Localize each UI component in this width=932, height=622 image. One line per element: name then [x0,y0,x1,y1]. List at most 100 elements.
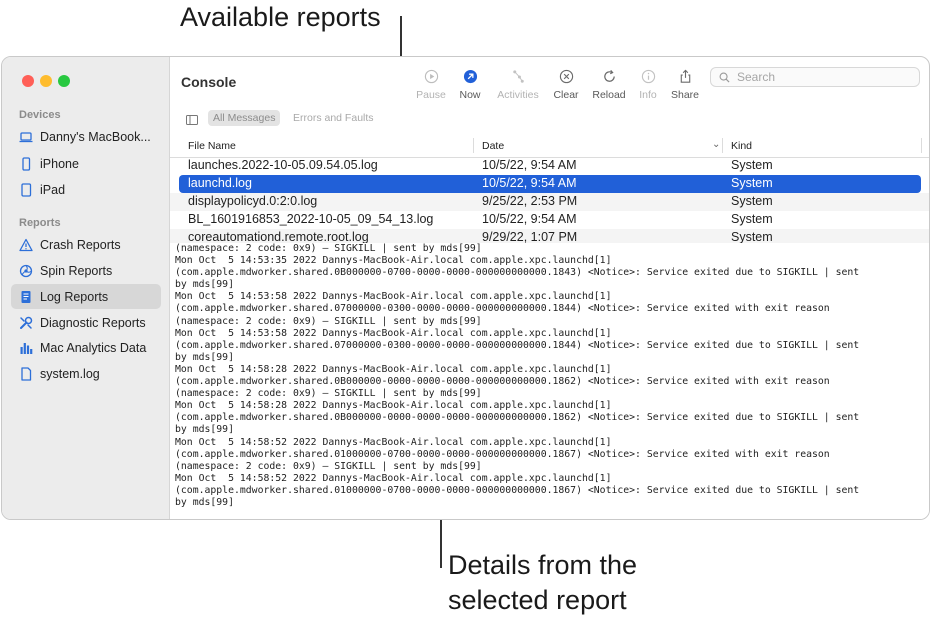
now-button[interactable]: Now [444,67,496,101]
share-button[interactable]: Share [659,67,711,101]
cell-file-name: displaypolicyd.0:2:0.log [188,194,318,208]
log-line: Mon Oct 5 14:53:58 2022 Dannys-MacBook-A… [175,291,612,303]
sidebar-item-label: iPad [40,182,66,197]
laptop-icon [19,130,33,144]
close-window-button[interactable] [22,75,34,87]
log-line: Mon Oct 5 14:53:35 2022 Dannys-MacBook-A… [175,255,612,267]
sidebar-item-mac-analytics-data[interactable]: Mac Analytics Data [11,335,161,360]
cell-file-name: coreautomationd.remote.root.log [188,230,369,244]
log-line: Mon Oct 5 14:58:52 2022 Dannys-MacBook-A… [175,436,612,448]
log-line: Mon Oct 5 14:58:28 2022 Dannys-MacBook-A… [175,400,612,412]
column-separator [921,138,922,153]
cell-file-name: BL_1601916853_2022-10-05_09_54_13.log [188,212,434,226]
cell-kind: System [731,158,773,172]
table-row-selected[interactable]: launchd.log 10/5/22, 9:54 AM System [179,175,921,193]
column-header-kind[interactable]: Kind [731,140,752,152]
column-header-file-name[interactable]: File Name [188,140,236,152]
table-header: File Name Date ⌄ Kind [170,135,929,158]
callout-details: Details from the selected report [448,548,637,618]
document-icon [19,290,33,304]
log-line: (com.apple.mdworker.shared.0B000000-0000… [175,376,830,388]
now-icon [444,67,496,85]
column-separator [722,138,723,153]
table-row[interactable]: BL_1601916853_2022-10-05_09_54_13.log 10… [170,211,929,229]
log-line: Mon Oct 5 14:58:52 2022 Dannys-MacBook-A… [175,472,612,484]
now-label: Now [459,89,481,101]
sidebar-item-label: Danny's MacBook... [40,129,151,144]
log-line: (namespace: 2 code: 0x9) – SIGKILL | sen… [175,315,482,327]
log-line: by mds[99] [175,279,234,291]
sort-chevron-down-icon[interactable]: ⌄ [712,139,720,150]
sidebar-item-crash-reports[interactable]: Crash Reports [11,232,161,257]
sidebar-item-log-reports[interactable]: Log Reports [11,284,161,309]
cell-kind: System [731,194,773,208]
sidebar-reports-header: Reports [19,217,61,229]
callout-details-line1: Details from the [448,550,638,580]
log-line: Mon Oct 5 14:58:28 2022 Dannys-MacBook-A… [175,363,612,375]
spin-icon [19,264,33,278]
table-row[interactable]: displaypolicyd.0:2:0.log 9/25/22, 2:53 P… [170,193,929,211]
sidebar-item-ipad[interactable]: iPad [11,177,161,202]
report-details-text: (namespace: 2 code: 0x9) – SIGKILL | sen… [170,243,929,509]
table-row[interactable]: launches.2022-10-05.09.54.05.log 10/5/22… [170,157,929,175]
log-line: by mds[99] [175,351,234,363]
column-header-date[interactable]: Date [482,140,504,152]
filter-all-messages[interactable]: All Messages [208,110,281,126]
cell-date: 9/25/22, 2:53 PM [482,194,578,208]
cell-kind: System [731,176,773,190]
search-field[interactable] [710,67,920,87]
report-details[interactable]: (namespace: 2 code: 0x9) – SIGKILL | sen… [170,243,929,519]
log-line: (com.apple.mdworker.shared.01000000-0700… [175,484,860,496]
sidebar-item-iphone[interactable]: iPhone [11,151,161,176]
console-window: Devices Danny's MacBook... iPhone iPad R… [1,56,930,520]
callout-available-reports: Available reports [180,2,381,32]
filter-errors-faults[interactable]: Errors and Faults [288,110,379,126]
sidebar-item-label: Mac Analytics Data [40,340,147,355]
sidebar-item-label: Spin Reports [40,263,113,278]
log-line: (com.apple.mdworker.shared.01000000-0700… [175,448,830,460]
callout-details-line2: selected report [448,585,627,615]
activities-label: Activities [497,89,539,101]
log-line: (com.apple.mdworker.shared.0B000000-0700… [175,267,860,279]
cell-date: 9/29/22, 1:07 PM [482,230,578,244]
column-separator [473,138,474,153]
iphone-icon [19,156,33,171]
log-line: by mds[99] [175,496,234,508]
sidebar-item-diagnostic-reports[interactable]: Diagnostic Reports [11,310,161,335]
share-icon [659,67,711,85]
sidebar-toggle-icon[interactable] [186,112,198,125]
file-icon [19,366,33,381]
cell-kind: System [731,212,773,226]
sidebar-item-system-log[interactable]: system.log [11,361,161,386]
log-line: (namespace: 2 code: 0x9) – SIGKILL | sen… [175,460,482,472]
sidebar-item-label: Log Reports [40,289,109,304]
log-line: by mds[99] [175,424,234,436]
activities-icon [492,67,544,85]
sidebar-item-spin-reports[interactable]: Spin Reports [11,258,161,283]
ipad-icon [19,182,33,197]
filter-row: All Messages Errors and Faults [170,107,929,129]
log-line: (com.apple.mdworker.shared.0B000000-0000… [175,412,860,424]
zoom-window-button[interactable] [58,75,70,87]
cell-date: 10/5/22, 9:54 AM [482,158,577,172]
bar-chart-icon [19,341,33,355]
cell-file-name: launchd.log [188,176,252,190]
search-icon [719,72,730,83]
warning-icon [19,238,33,252]
sidebar-item-label: Diagnostic Reports [40,315,146,330]
log-line: (com.apple.mdworker.shared.07000000-0300… [175,303,830,315]
cell-date: 10/5/22, 9:54 AM [482,176,577,190]
log-line: Mon Oct 5 14:53:58 2022 Dannys-MacBook-A… [175,327,612,339]
minimize-window-button[interactable] [40,75,52,87]
sidebar-item-macbook[interactable]: Danny's MacBook... [11,124,161,149]
sidebar-item-label: system.log [40,366,100,381]
sidebar-item-label: iPhone [40,156,79,171]
cell-kind: System [731,230,773,244]
app-title: Console [181,74,237,90]
cell-file-name: launches.2022-10-05.09.54.05.log [188,158,378,172]
log-line: (namespace: 2 code: 0x9) – SIGKILL | sen… [175,243,482,254]
log-line: (com.apple.mdworker.shared.07000000-0300… [175,339,860,351]
activities-button[interactable]: Activities [492,67,544,101]
search-input[interactable] [735,69,919,85]
cell-date: 10/5/22, 9:54 AM [482,212,577,226]
